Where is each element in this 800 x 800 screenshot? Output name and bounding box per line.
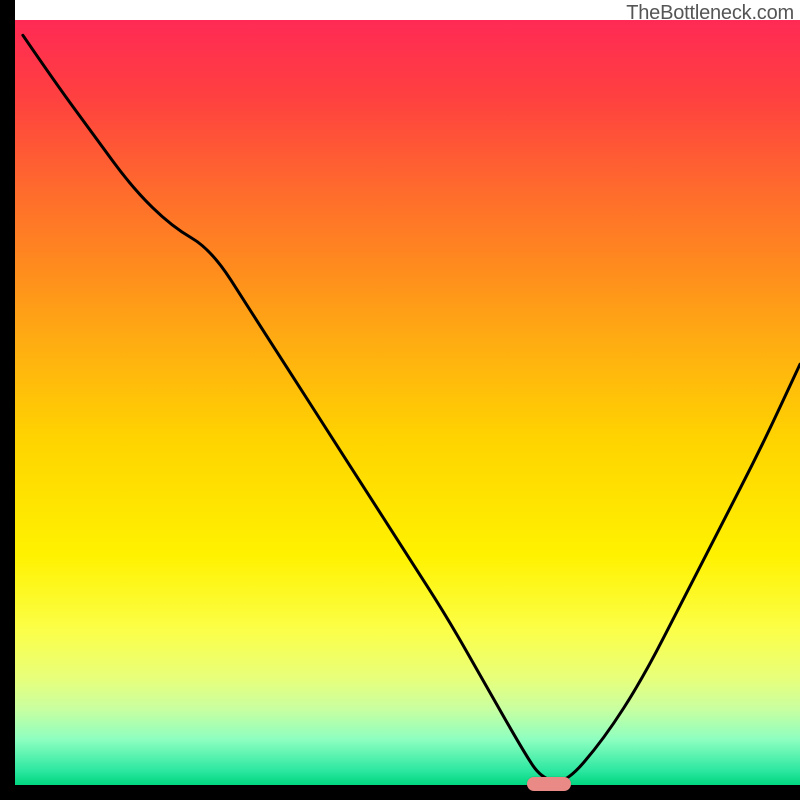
optimal-marker	[527, 777, 571, 791]
chart-container: TheBottleneck.com	[15, 0, 800, 785]
bottleneck-curve	[15, 0, 800, 785]
plot-area: TheBottleneck.com	[15, 0, 800, 785]
